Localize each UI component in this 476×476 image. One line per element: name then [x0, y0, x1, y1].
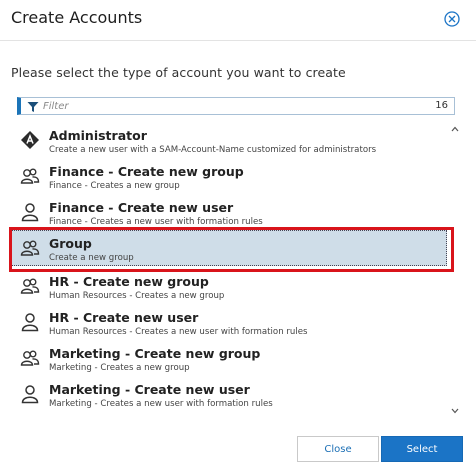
item-name: Marketing - Create new user	[49, 382, 250, 397]
item-name: HR - Create new group	[49, 274, 209, 289]
account-type-list: Administrator Create a new user with a S…	[11, 122, 463, 420]
list-item-group[interactable]: Group Create a new group	[11, 230, 447, 266]
funnel-icon	[27, 102, 39, 112]
scroll-down-icon[interactable]	[450, 406, 460, 416]
item-name: Finance - Create new user	[49, 200, 234, 215]
filter-box: 16	[17, 97, 455, 115]
admin-icon	[21, 131, 39, 149]
item-name: Administrator	[49, 128, 147, 143]
user-icon	[21, 313, 39, 332]
list-item-administrator[interactable]: Administrator Create a new user with a S…	[11, 122, 447, 158]
list-item-hr-group[interactable]: HR - Create new group Human Resources - …	[11, 268, 447, 304]
instruction-text: Please select the type of account you wa…	[11, 65, 346, 80]
create-accounts-dialog: Create Accounts Please select the type o…	[0, 0, 476, 476]
item-description: Finance - Creates a new user with format…	[49, 217, 263, 227]
select-button[interactable]: Select	[381, 436, 463, 462]
scroll-up-icon[interactable]	[450, 124, 460, 134]
list-item-hr-user[interactable]: HR - Create new user Human Resources - C…	[11, 304, 447, 340]
item-name: HR - Create new user	[49, 310, 199, 325]
filter-input[interactable]	[43, 98, 403, 114]
close-icon[interactable]	[443, 10, 461, 28]
dialog-title: Create Accounts	[11, 8, 143, 27]
item-name: Finance - Create new group	[49, 164, 244, 179]
result-count: 16	[435, 100, 448, 111]
group-icon	[20, 278, 40, 294]
item-description: Marketing - Creates a new user with form…	[49, 399, 273, 409]
item-description: Create a new user with a SAM-Account-Nam…	[49, 145, 377, 155]
user-icon	[21, 203, 39, 222]
item-description: Create a new group	[49, 253, 134, 263]
dialog-header: Create Accounts	[0, 0, 476, 41]
item-description: Human Resources - Creates a new user wit…	[49, 327, 308, 337]
group-icon	[20, 240, 40, 256]
list-item-finance-group[interactable]: Finance - Create new group Finance - Cre…	[11, 158, 447, 194]
user-icon	[21, 385, 39, 404]
list-item-marketing-group[interactable]: Marketing - Create new group Marketing -…	[11, 340, 447, 376]
close-button[interactable]: Close	[297, 436, 379, 462]
item-name: Marketing - Create new group	[49, 346, 261, 361]
item-name: Group	[49, 236, 92, 251]
group-icon	[20, 350, 40, 366]
list-item-finance-user[interactable]: Finance - Create new user Finance - Crea…	[11, 194, 447, 230]
group-icon	[20, 168, 40, 184]
item-description: Marketing - Creates a new group	[49, 363, 190, 373]
list-item-marketing-user[interactable]: Marketing - Create new user Marketing - …	[11, 376, 447, 412]
item-description: Finance - Creates a new group	[49, 181, 180, 191]
item-description: Human Resources - Creates a new group	[49, 291, 225, 301]
